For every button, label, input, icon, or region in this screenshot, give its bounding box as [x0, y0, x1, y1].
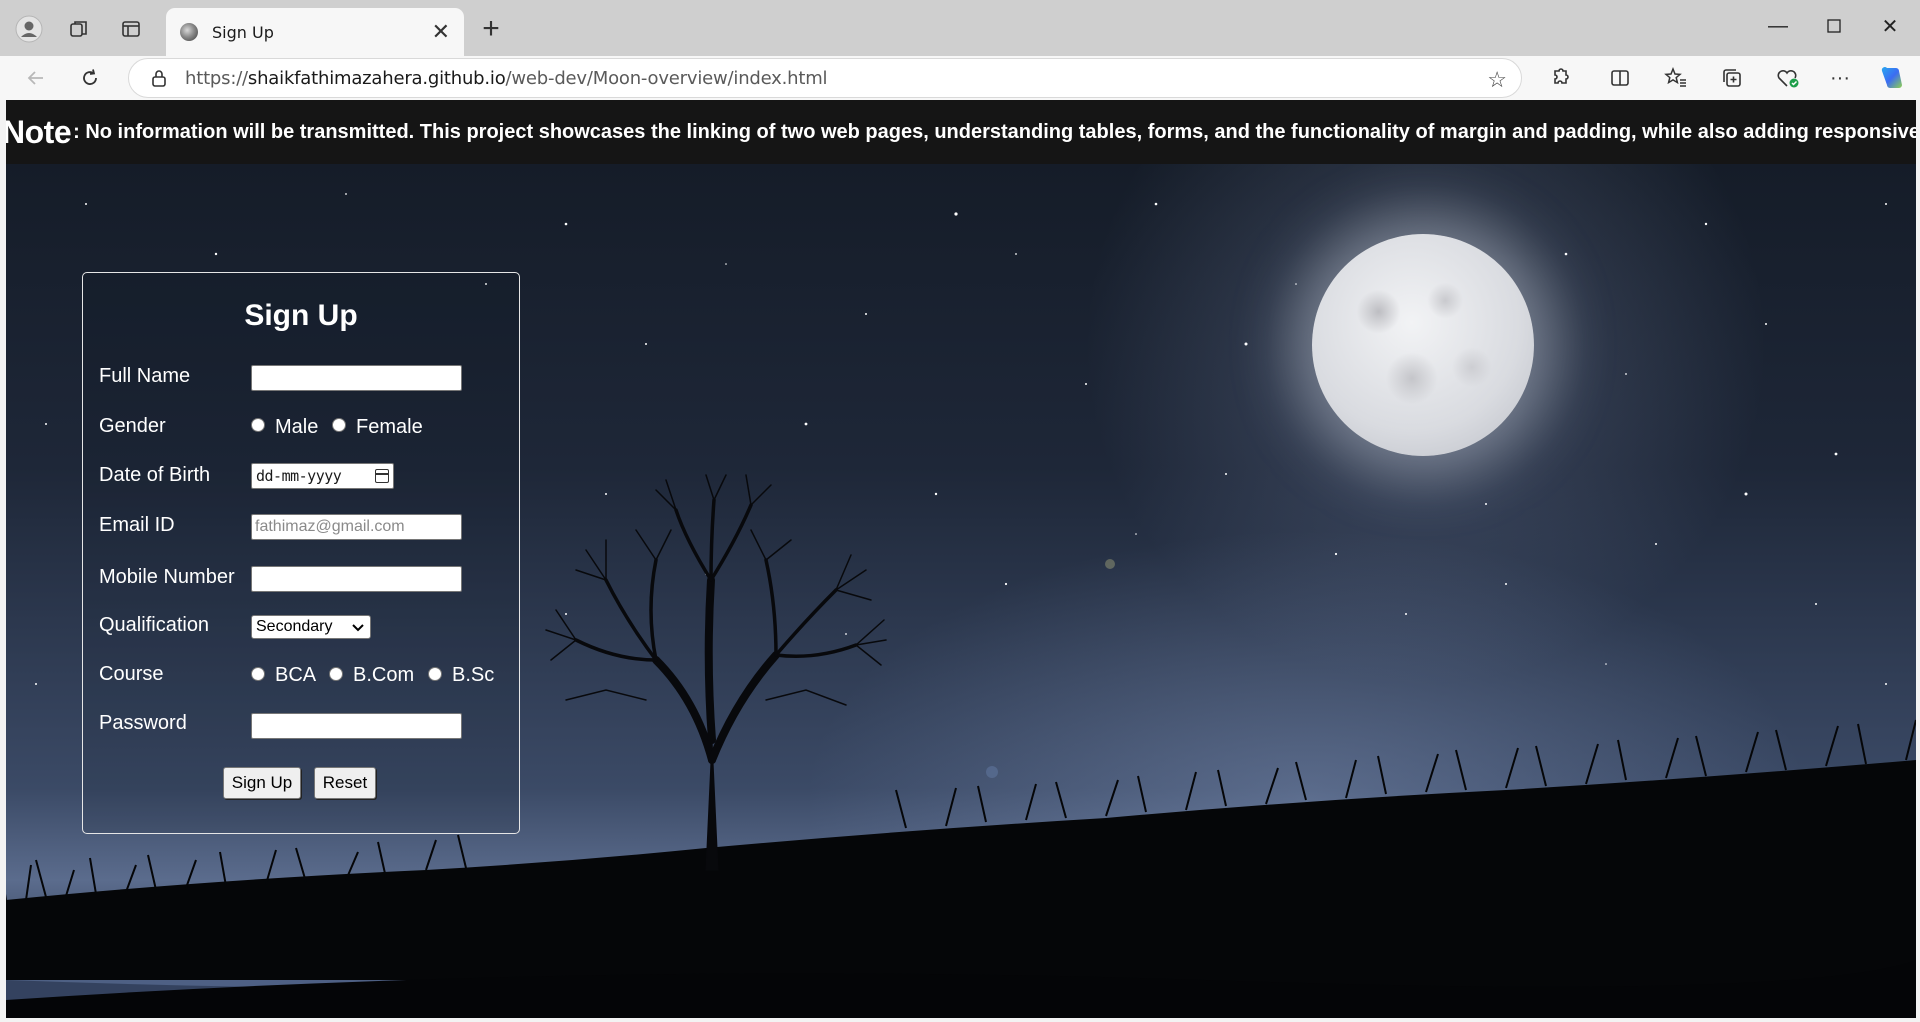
close-window-icon[interactable]: ✕ — [1862, 8, 1918, 44]
profile-icon[interactable] — [12, 12, 46, 46]
favorite-star-icon[interactable]: ☆ — [1487, 67, 1507, 93]
signup-button[interactable]: Sign Up — [223, 767, 301, 799]
qualification-value: Secondary — [256, 618, 333, 635]
course-bsc-radio[interactable] — [428, 667, 442, 681]
full-name-input[interactable] — [251, 365, 462, 391]
mobile-input[interactable] — [251, 566, 462, 592]
mobile-label: Mobile Number — [99, 566, 235, 588]
note-label: Note — [6, 113, 72, 150]
note-text: : No information will be transmitted. Th… — [73, 120, 1916, 143]
form-title: Sign Up — [244, 299, 358, 332]
course-bca-radio[interactable] — [251, 667, 265, 681]
url-host: shaikfathimazahera.github.io — [247, 67, 506, 89]
browser-titlebar: Sign Up ✕ + — ✕ — [0, 0, 1920, 56]
browser-toolbar: https://shaikfathimazahera.github.io/web… — [0, 56, 1920, 100]
lock-icon[interactable] — [149, 68, 169, 88]
back-icon[interactable] — [18, 60, 54, 96]
url-text: https://shaikfathimazahera.github.io/web… — [185, 67, 828, 89]
extensions-icon[interactable] — [1542, 62, 1578, 94]
tab-favicon-icon — [180, 23, 198, 41]
full-name-label: Full Name — [99, 365, 191, 387]
copilot-icon[interactable] — [1874, 62, 1910, 94]
tab-close-icon[interactable]: ✕ — [432, 19, 450, 45]
new-tab-icon[interactable]: + — [474, 12, 508, 46]
split-screen-icon[interactable] — [1602, 62, 1638, 94]
course-bsc-label: B.Sc — [452, 664, 495, 686]
gender-female-label: Female — [356, 416, 423, 438]
gender-male-label: Male — [275, 416, 319, 438]
collections-icon[interactable] — [1714, 62, 1750, 94]
reset-button[interactable]: Reset — [314, 767, 376, 799]
course-bca-label: BCA — [275, 664, 317, 686]
calendar-icon[interactable] — [375, 469, 389, 483]
note-banner: Note : No information will be transmitte… — [6, 100, 1916, 164]
qualification-select[interactable]: Secondary — [251, 615, 371, 639]
dob-label: Date of Birth — [99, 464, 211, 486]
url-path: /web-dev/Moon-overview/index.html — [505, 67, 828, 89]
gender-female-radio[interactable] — [332, 418, 346, 432]
signup-form: Sign Up Full Name Gender Male Female Dat… — [82, 272, 520, 834]
dob-input[interactable]: dd-mm-yyyy — [251, 463, 394, 489]
workspaces-icon[interactable] — [62, 12, 96, 46]
email-input[interactable] — [251, 514, 462, 540]
chevron-down-icon — [352, 619, 364, 635]
course-label: Course — [99, 663, 164, 685]
minimize-icon[interactable]: — — [1750, 8, 1806, 44]
password-label: Password — [99, 712, 187, 734]
browser-essentials-icon[interactable] — [1770, 62, 1806, 94]
active-tab[interactable]: Sign Up ✕ — [166, 8, 464, 56]
tab-actions-icon[interactable] — [114, 12, 148, 46]
tab-title: Sign Up — [212, 22, 274, 42]
course-bcom-label: B.Com — [353, 664, 415, 686]
maximize-icon[interactable] — [1806, 8, 1862, 44]
url-scheme: https:// — [185, 67, 248, 89]
dob-placeholder: dd-mm-yyyy — [256, 467, 342, 485]
favorites-icon[interactable] — [1658, 62, 1694, 94]
refresh-icon[interactable] — [72, 60, 108, 96]
qualification-label: Qualification — [99, 614, 210, 636]
more-icon[interactable]: ··· — [1822, 62, 1858, 94]
address-bar[interactable]: https://shaikfathimazahera.github.io/web… — [128, 58, 1522, 98]
email-label: Email ID — [99, 514, 175, 536]
course-bcom-radio[interactable] — [329, 667, 343, 681]
page-viewport: Note : No information will be transmitte… — [6, 100, 1916, 1018]
gender-male-radio[interactable] — [251, 418, 265, 432]
password-input[interactable] — [251, 713, 462, 739]
gender-label: Gender — [99, 415, 166, 437]
